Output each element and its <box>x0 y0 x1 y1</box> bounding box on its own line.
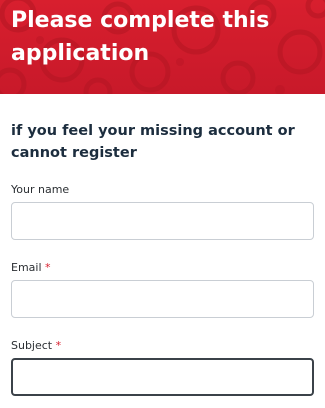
name-input[interactable] <box>11 202 314 240</box>
subject-input[interactable] <box>11 358 314 396</box>
name-label-text: Your name <box>11 183 70 196</box>
subject-label: Subject * <box>11 339 61 353</box>
page-title: Please complete this application <box>11 8 270 66</box>
application-form-page: Please complete this application if you … <box>0 0 325 408</box>
email-label: Email * <box>11 261 51 275</box>
email-label-text: Email <box>11 261 42 274</box>
email-input[interactable] <box>11 280 314 318</box>
form-subheading: if you feel your missing account or cann… <box>11 123 295 161</box>
header-banner: Please complete this application <box>0 0 325 94</box>
email-required-marker: * <box>45 261 51 274</box>
subject-label-text: Subject <box>11 339 53 352</box>
name-label: Your name <box>11 183 69 197</box>
subject-required-marker: * <box>55 339 62 352</box>
